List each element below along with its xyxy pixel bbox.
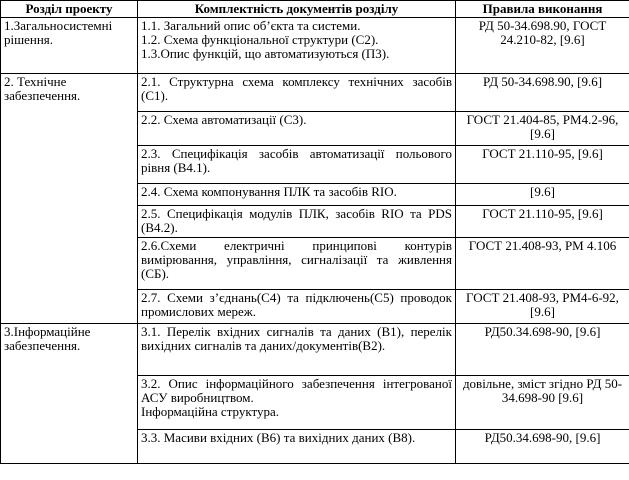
- header-row: Розділ проекту Комплектність документів …: [0, 0, 629, 18]
- doc-line: 2.5. Специфікація модулів ПЛК, засобів R…: [141, 206, 452, 235]
- table-row: 1.Загальносистемні рішення. 1.1. Загальн…: [0, 17, 629, 74]
- doc-line: Інформаційна структура.: [141, 404, 280, 419]
- doc-line: 2.4. Схема компонування ПЛК та засобів R…: [141, 184, 397, 199]
- docs-cell: 2.4. Схема компонування ПЛК та засобів R…: [137, 183, 456, 206]
- docs-cell: 2.6.Схеми електричні принципові контурів…: [137, 237, 456, 290]
- doc-line: 3.2. Опис інформаційного забезпечення ін…: [141, 376, 452, 405]
- docs-cell: 2.2. Схема автоматизації (С3).: [137, 111, 456, 146]
- docs-cell: 3.2. Опис інформаційного забезпечення ін…: [137, 375, 456, 430]
- rules-cell: РД50.34.698-90, [9.6]: [455, 323, 629, 376]
- rules-cell: [9.6]: [455, 183, 629, 206]
- doc-line: 2.2. Схема автоматизації (С3).: [141, 112, 307, 127]
- docs-cell: 3.1. Перелік вхідних сигналів та даних (…: [137, 323, 456, 376]
- rules-cell: ГОСТ 21.404-85, РМ4.2-96, [9.6]: [455, 111, 629, 146]
- rules-cell: РД 50-34.698.90, [9.6]: [455, 73, 629, 112]
- doc-line: 1.3.Опис функцій, що автоматизуються (П3…: [141, 46, 390, 61]
- docs-cell: 2.7. Схеми з’єднань(С4) та підключень(С5…: [137, 289, 456, 324]
- doc-line: 2.3. Специфікація засобів автоматизації …: [141, 146, 452, 175]
- rules-cell: довільне, зміст згідно РД 50-34.698-90 […: [455, 375, 629, 430]
- doc-line: 3.1. Перелік вхідних сигналів та даних (…: [141, 324, 452, 353]
- doc-line: 2.1. Структурна схема комплексу технічни…: [141, 74, 452, 103]
- table-row: 2. Технічне забезпечення. 2.1. Структурн…: [0, 73, 629, 324]
- docs-cell: 3.3. Масиви вхідних (В6) та вихідних дан…: [137, 429, 456, 464]
- rules-cell: ГОСТ 21.110-95, [9.6]: [455, 145, 629, 184]
- doc-line: 2.7. Схеми з’єднань(С4) та підключень(С5…: [141, 290, 452, 319]
- header-rules: Правила виконання: [455, 0, 629, 18]
- doc-line: 1.2. Схема функціональної структури (С2)…: [141, 32, 379, 47]
- docs-cell: 2.5. Специфікація модулів ПЛК, засобів R…: [137, 205, 456, 238]
- rules-cell: РД 50-34.698.90, ГОСТ 24.210-82, [9.6]: [455, 17, 629, 74]
- rules-cell: ГОСТ 21.110-95, [9.6]: [455, 205, 629, 238]
- rules-cell: РД50.34.698-90, [9.6]: [455, 429, 629, 464]
- header-docs: Комплектність документів розділу: [137, 0, 456, 18]
- rules-cell: ГОСТ 21.408-93, РМ4-6-92, [9.6]: [455, 289, 629, 324]
- doc-line: 2.6.Схеми електричні принципові контурів…: [141, 238, 452, 281]
- docs-cell: 1.1. Загальний опис об’єкта та системи. …: [137, 17, 456, 74]
- section-cell: 3.Інформаційне забезпечення.: [0, 323, 138, 464]
- header-section: Розділ проекту: [0, 0, 138, 18]
- docs-cell: 2.1. Структурна схема комплексу технічни…: [137, 73, 456, 112]
- rules-cell: ГОСТ 21.408-93, РМ 4.106: [455, 237, 629, 290]
- requirements-table: Розділ проекту Комплектність документів …: [0, 0, 629, 464]
- table-row: 3.Інформаційне забезпечення. 3.1. Перелі…: [0, 323, 629, 464]
- section-cell: 1.Загальносистемні рішення.: [0, 17, 138, 74]
- docs-cell: 2.3. Специфікація засобів автоматизації …: [137, 145, 456, 184]
- section-cell: 2. Технічне забезпечення.: [0, 73, 138, 324]
- doc-line: 1.1. Загальний опис об’єкта та системи.: [141, 18, 361, 33]
- doc-line: 3.3. Масиви вхідних (В6) та вихідних дан…: [141, 430, 416, 445]
